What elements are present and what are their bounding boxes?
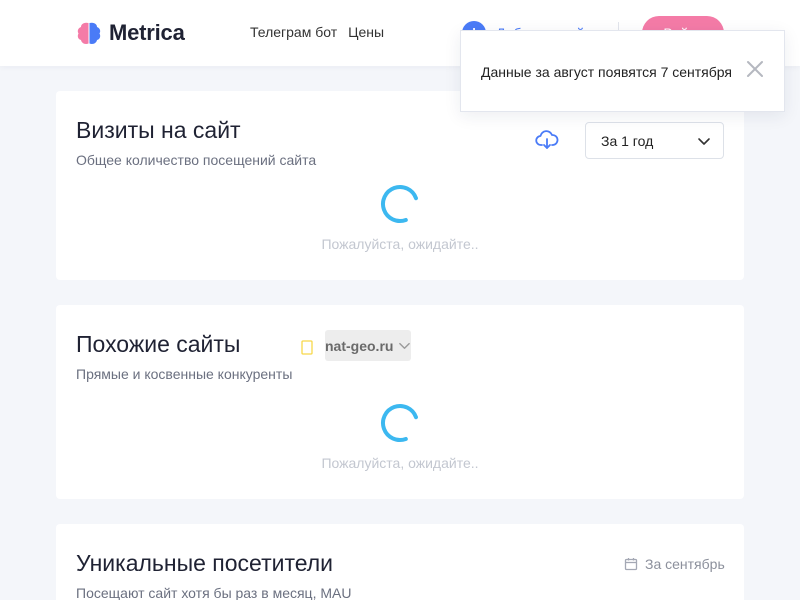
- notification-toast: Данные за август появятся 7 сентября: [460, 30, 785, 112]
- month-filter[interactable]: За сентябрь: [624, 556, 725, 572]
- site-value: nat-geo.ru: [325, 338, 394, 354]
- loading-spinner-icon: [381, 404, 419, 442]
- month-label: За сентябрь: [645, 556, 725, 572]
- unique-visitors-subtitle: Посещают сайт хотя бы раз в месяц, MAU: [76, 585, 352, 600]
- brain-logo-icon: [77, 22, 101, 45]
- chevron-down-icon: [698, 138, 710, 145]
- unique-visitors-card: Уникальные посетители Посещают сайт хотя…: [56, 524, 744, 600]
- logo[interactable]: Metrica: [76, 20, 185, 46]
- nav-prices[interactable]: Цены: [348, 24, 384, 40]
- cloud-download-icon[interactable]: [535, 128, 559, 152]
- period-select[interactable]: За 1 год: [585, 122, 724, 159]
- loading-text: Пожалуйста, ожидайте..: [321, 455, 479, 471]
- unique-visitors-title: Уникальные посетители: [76, 550, 334, 576]
- main-nav: Телеграм бот Цены: [250, 24, 384, 40]
- lightbulb-icon: [301, 340, 313, 355]
- visits-title: Визиты на сайт: [76, 117, 241, 143]
- loading-spinner-icon: [381, 185, 419, 223]
- visits-subtitle: Общее количество посещений сайта: [76, 152, 317, 168]
- toast-message: Данные за август появятся 7 сентября: [481, 64, 732, 80]
- similar-sites-subtitle: Прямые и косвенные конкуренты: [76, 366, 293, 382]
- similar-sites-title: Похожие сайты: [76, 331, 241, 357]
- nav-telegram-bot[interactable]: Телеграм бот: [250, 24, 337, 40]
- visits-card: Визиты на сайт Общее количество посещени…: [56, 91, 744, 280]
- site-select[interactable]: nat-geo.ru: [325, 330, 411, 361]
- chevron-down-icon: [399, 342, 410, 349]
- loading-text: Пожалуйста, ожидайте..: [321, 236, 479, 252]
- close-icon[interactable]: [745, 59, 765, 79]
- similar-sites-card: Похожие сайты Прямые и косвенные конкуре…: [56, 305, 744, 499]
- period-value: За 1 год: [601, 133, 654, 149]
- calendar-icon: [624, 558, 638, 571]
- logo-text: Metrica: [109, 20, 185, 45]
